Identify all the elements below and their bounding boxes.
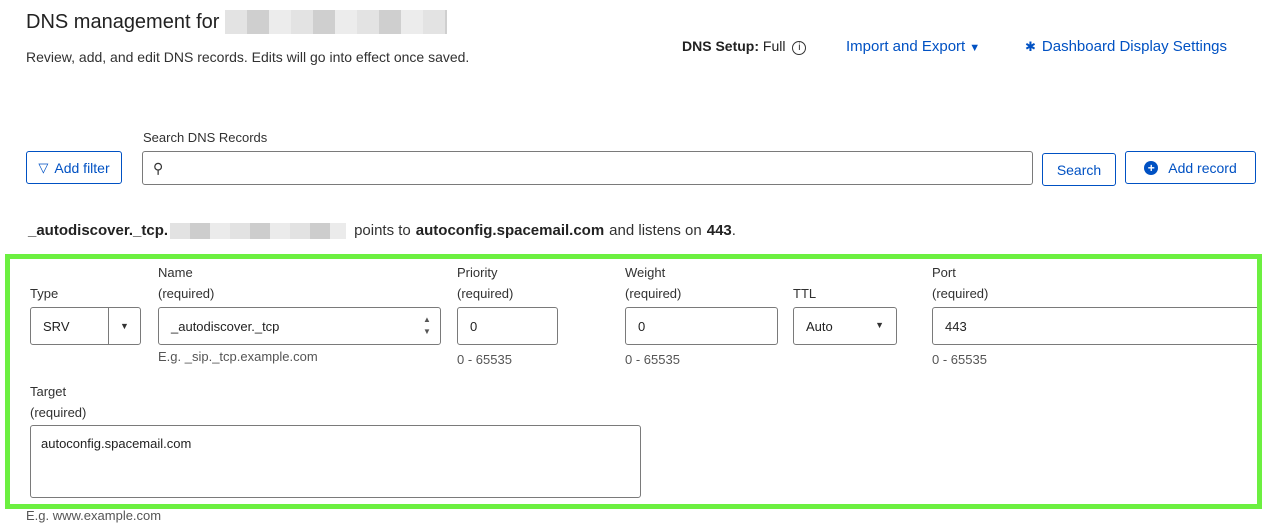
dns-setup-status: DNS Setup: Full i (682, 38, 807, 55)
port-required: (required) (932, 286, 989, 301)
name-label: Name (required) (158, 262, 214, 304)
page-subtitle: Review, add, and edit DNS records. Edits… (26, 49, 470, 65)
summary-record-name: _autodiscover._tcp. (28, 222, 169, 239)
plus-circle-icon: + (1144, 160, 1159, 175)
priority-input[interactable]: 0 (457, 307, 558, 345)
target-value: autoconfig.spacemail.com (41, 436, 192, 451)
priority-value: 0 (470, 318, 478, 334)
dns-setup-label: DNS Setup: (682, 38, 759, 54)
filter-icon: ▽ (38, 159, 49, 175)
name-label-text: Name (158, 265, 193, 280)
weight-label: Weight (required) (625, 262, 681, 304)
summary-port: 443 (706, 222, 732, 239)
summary-points-to: points to (354, 222, 411, 239)
port-label: Port (required) (932, 262, 988, 304)
ttl-select[interactable]: Auto ▼ (793, 307, 897, 345)
info-icon[interactable]: i (792, 41, 807, 55)
target-hint: E.g. www.example.com (26, 508, 162, 523)
import-export-label: Import and Export (846, 38, 966, 55)
gear-icon: ✱ (1025, 39, 1036, 54)
record-edit-form: Type SRV ▼ Name (required) _autodiscover… (5, 254, 1262, 509)
chevron-down-icon: ▼ (875, 320, 884, 330)
import-export-link[interactable]: Import and Export ▼ (846, 38, 980, 55)
search-label: Search DNS Records (143, 130, 268, 145)
target-required: (required) (30, 405, 87, 420)
dns-management-page: DNS management for Review, add, and edit… (0, 0, 1274, 531)
port-input[interactable]: 443 (932, 307, 1257, 345)
record-summary: _autodiscover._tcp. points to autoconfig… (28, 222, 736, 239)
weight-required: (required) (625, 286, 682, 301)
weight-hint: 0 - 65535 (625, 352, 680, 367)
chevron-down-icon: ▼ (108, 308, 140, 344)
name-required: (required) (158, 286, 215, 301)
stepper-arrows-icon[interactable]: ▲ ▼ (422, 314, 432, 338)
dashboard-settings-label: Dashboard Display Settings (1041, 38, 1228, 55)
search-input[interactable] (173, 155, 1023, 181)
port-hint: 0 - 65535 (932, 352, 987, 367)
priority-label-text: Priority (457, 265, 498, 280)
add-filter-button[interactable]: ▽ Add filter (26, 151, 122, 184)
type-select[interactable]: SRV ▼ (30, 307, 141, 345)
priority-required: (required) (457, 286, 514, 301)
add-filter-label: Add filter (54, 159, 110, 176)
redacted-domain (225, 10, 448, 34)
dns-setup-value: Full (762, 38, 786, 54)
caret-down-icon: ▼ (969, 42, 981, 54)
ttl-value: Auto (806, 318, 833, 334)
type-label: Type (30, 286, 59, 301)
page-title-text: DNS management for (26, 10, 220, 33)
name-input[interactable]: _autodiscover._tcp ▲ ▼ (158, 307, 441, 345)
type-value: SRV (43, 318, 70, 334)
dashboard-display-settings-link[interactable]: ✱ Dashboard Display Settings (1025, 38, 1227, 55)
search-button[interactable]: Search (1042, 153, 1116, 186)
weight-value: 0 (638, 318, 646, 334)
priority-hint: 0 - 65535 (457, 352, 512, 367)
port-value: 443 (945, 318, 967, 334)
summary-period: . (731, 222, 736, 239)
target-label-text: Target (30, 384, 67, 399)
summary-target: autoconfig.spacemail.com (415, 222, 605, 239)
redacted-domain (170, 222, 347, 239)
ttl-label: TTL (793, 286, 817, 301)
weight-input[interactable]: 0 (625, 307, 778, 345)
search-icon: ⚲ (153, 160, 164, 176)
page-title: DNS management for (26, 10, 448, 34)
target-label: Target (required) (30, 381, 86, 423)
target-textarea[interactable]: autoconfig.spacemail.com (30, 425, 641, 498)
name-hint: E.g. _sip._tcp.example.com (158, 349, 318, 364)
search-box: ⚲ (142, 151, 1033, 185)
add-record-button[interactable]: + Add record (1125, 151, 1256, 184)
weight-label-text: Weight (625, 265, 666, 280)
priority-label: Priority (required) (457, 262, 513, 304)
name-value: _autodiscover._tcp (171, 318, 280, 334)
port-label-text: Port (932, 265, 956, 280)
summary-listens-on: and listens on (609, 222, 702, 239)
add-record-label: Add record (1168, 159, 1237, 176)
